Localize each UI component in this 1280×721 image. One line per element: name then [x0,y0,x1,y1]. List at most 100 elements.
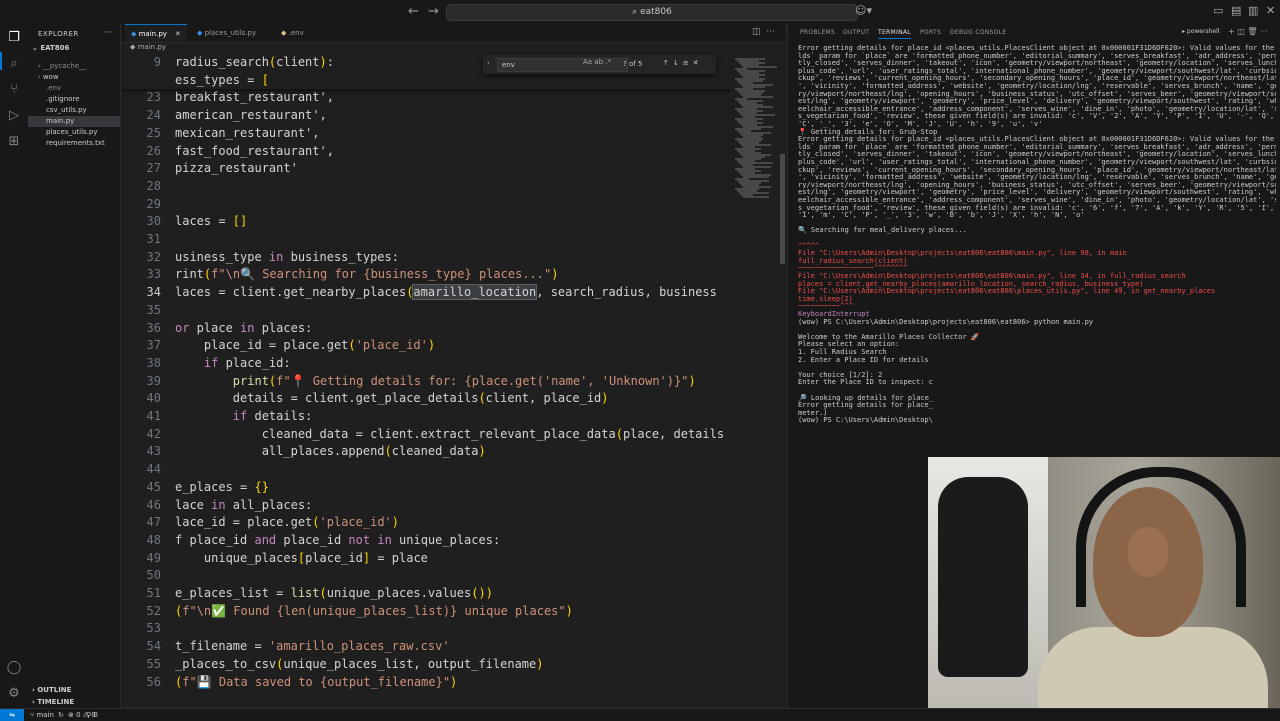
code-line[interactable]: 38 if place_id: [121,355,731,373]
toggle-replace-icon[interactable]: › [487,59,490,67]
close-tab-icon[interactable]: ✕ [175,30,181,38]
split-terminal-icon[interactable]: ◫ [1237,27,1245,36]
toggle-panel-icon[interactable]: ▭ [1213,4,1223,17]
code-line[interactable]: 48 f place_id and place_id not in unique_… [121,532,731,550]
extensions-icon[interactable]: ⊞ [6,134,22,150]
line-number: 50 [146,568,161,583]
more-actions-icon[interactable]: ··· [104,28,113,38]
tree-file[interactable]: main.py [28,116,120,127]
close-find-icon[interactable]: ✕ [693,59,703,67]
outline-section[interactable]: › OUTLINE [32,686,71,694]
code-line[interactable]: 42 cleaned_data = client.extract_relevan… [121,426,731,444]
code-line[interactable]: 55 _places_to_csv(unique_places_list, out… [121,656,731,674]
code-line[interactable]: 23 breakfast_restaurant', [121,89,731,107]
line-number: 40 [146,391,161,406]
tab-places-utils-py[interactable]: ◆ places_utils.py [191,24,262,42]
code-line[interactable]: 25 mexican_restaurant', [121,125,731,143]
more-actions-icon[interactable]: ··· [1260,27,1268,36]
previous-match-icon[interactable]: ↑ [663,59,673,67]
match-options-icon[interactable]: Aa ab .* [583,58,611,66]
search-view-icon[interactable]: ⌕ [6,56,22,72]
run-debug-icon[interactable]: ▷ [6,108,22,124]
selection-highlight: amarillo_location [412,284,538,301]
tree-file[interactable]: requirements.txt [28,138,120,149]
remote-indicator-icon[interactable]: ⇋ [0,709,24,721]
code-line[interactable]: 45 e_places = {} [121,479,731,497]
code-line[interactable]: 56 (f"💾 Data saved to {output_filename}") [121,674,731,692]
code-line[interactable]: 30 laces = [] [121,213,731,231]
code-line[interactable]: 46 lace in all_places: [121,497,731,515]
panel-tab-terminal[interactable]: TERMINAL [878,29,911,39]
code-line[interactable]: 47 lace_id = place.get('place_id') [121,514,731,532]
account-icon[interactable]: ◯ [6,660,22,676]
code-line[interactable]: 34 laces = client.get_nearby_places(amari… [121,284,731,302]
panel-tab-debug-console[interactable]: DEBUG CONSOLE [950,29,1006,36]
breadcrumb[interactable]: ◆ main.py [130,43,166,51]
close-window-icon[interactable]: ✕ [1266,4,1275,17]
tree-folder[interactable]: › wow [28,72,120,83]
branch-indicator[interactable]: ⑂ main [30,711,54,719]
code-line[interactable]: 41 if details: [121,408,731,426]
terminal-shell-selector[interactable]: ▸ powershell [1182,28,1219,35]
layout-icon[interactable]: ▤ [1231,4,1241,17]
code-line[interactable]: 27 pizza_restaurant' [121,160,731,178]
source-control-icon[interactable]: ⑂ [6,82,22,98]
code-line[interactable]: 44 [121,461,731,479]
code-line[interactable]: 31 [121,231,731,249]
code-line[interactable]: 37 place_id = place.get('place_id') [121,337,731,355]
forward-arrow-icon[interactable]: → [428,4,439,19]
kill-terminal-icon[interactable]: 🗑 [1247,27,1257,36]
add-terminal-icon[interactable]: + [1228,27,1235,36]
editor-tabs: ◆ main.py ✕ ◆ places_utils.py ◆ .env [121,24,785,43]
more-actions-icon[interactable]: ··· [766,27,775,37]
minimap[interactable] [731,54,779,704]
code-line[interactable]: 29 [121,196,731,214]
explorer-root-folder[interactable]: ⌄ EAT806 [32,44,69,52]
panel-tab-problems[interactable]: PROBLEMS [800,29,835,36]
split-editor-icon[interactable]: ◫ [752,27,761,37]
code-line[interactable]: 54 t_filename = 'amarillo_places_raw.csv' [121,638,731,656]
explorer-icon[interactable]: ❐ [6,30,22,46]
editor-scrollbar[interactable] [780,54,785,704]
code-line[interactable]: 26 fast_food_restaurant', [121,143,731,161]
code-line[interactable]: 50 [121,567,731,585]
code-line[interactable]: 39 print(f"📍 Getting details for: {place… [121,373,731,391]
tab-main-py[interactable]: ◆ main.py ✕ [125,24,187,42]
scrollbar-thumb[interactable] [780,154,785,264]
code-line[interactable]: 24 american_restaurant', [121,107,731,125]
code-line[interactable]: 49 unique_places[place_id] = place [121,550,731,568]
sticky-scroll-line[interactable]: ess_types = [ [121,71,731,90]
tree-file[interactable]: csv_utils.py [28,105,120,116]
copilot-icon[interactable]: ☺▾ [855,4,872,17]
code-text: rint(f"\n🔍 Searching for {business_type}… [175,267,559,282]
timeline-section[interactable]: › TIMELINE [32,698,74,706]
code-editor[interactable]: 9 radius_search(client): ess_types = [23 br… [121,54,731,704]
code-line[interactable]: 40 details = client.get_place_details(cl… [121,390,731,408]
sync-icon[interactable]: ↻ [58,711,64,719]
code-line[interactable]: 33 rint(f"\n🔍 Searching for {business_typ… [121,266,731,284]
settings-gear-icon[interactable]: ⚙ [6,686,22,702]
panel-tab-output[interactable]: OUTPUT [843,29,869,36]
code-text: (f"💾 Data saved to {output_filename}") [175,674,458,689]
tree-file[interactable]: places_utils.py [28,127,120,138]
code-line[interactable]: 32 usiness_type in business_types: [121,249,731,267]
tree-file[interactable]: .gitignore [28,94,120,105]
code-line[interactable]: 43 all_places.append(cleaned_data) [121,443,731,461]
find-in-selection-icon[interactable]: ≡ [683,59,693,67]
code-line[interactable]: 36 or place in places: [121,320,731,338]
tree-folder[interactable]: › __pycache__ [28,61,120,72]
tab-env[interactable]: ◆ .env [275,24,310,42]
code-line[interactable]: 35 [121,302,731,320]
code-line[interactable]: 51 e_places_list = list(unique_places.val… [121,585,731,603]
code-line[interactable]: 52 (f"\n✅ Found {len(unique_places_list)}… [121,603,731,621]
microphone-shape [938,477,1028,677]
command-center-search[interactable]: ⌕ eat806 [446,4,858,21]
code-line[interactable]: 28 [121,178,731,196]
tree-file[interactable]: .env [28,83,120,94]
panel-tab-ports[interactable]: PORTS [920,29,941,36]
back-arrow-icon[interactable]: ← [408,4,419,19]
ports-indicator[interactable]: ⚲ 0 [86,711,98,719]
next-match-icon[interactable]: ↓ [673,59,683,67]
code-line[interactable]: 53 [121,620,731,638]
customize-layout-icon[interactable]: ▥ [1248,4,1258,17]
